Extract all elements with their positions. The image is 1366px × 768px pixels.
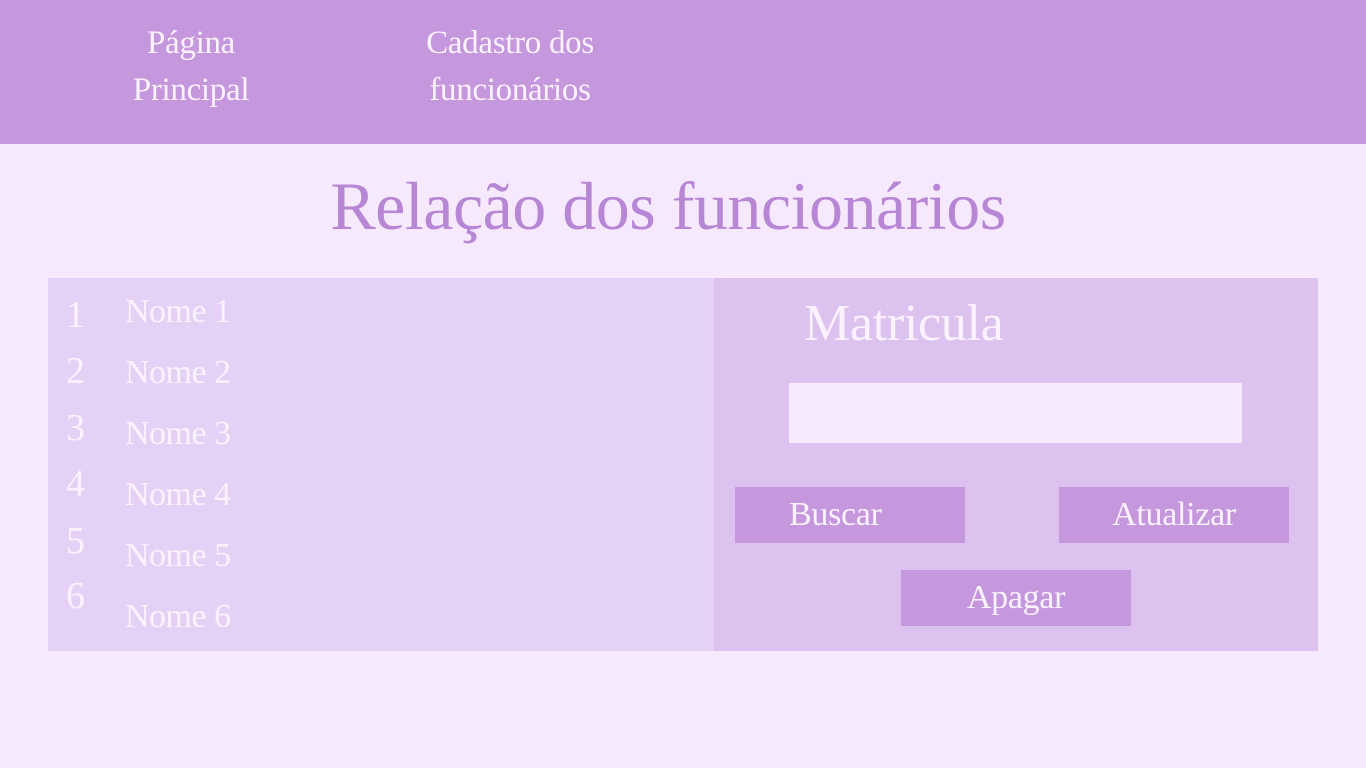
employee-number-5: 5 (66, 520, 85, 562)
update-button[interactable]: Atualizar (1059, 487, 1289, 543)
employee-name-3[interactable]: Nome 3 (125, 414, 231, 454)
employee-name-6[interactable]: Nome 6 (125, 597, 231, 637)
nav-link-pagina-principal-line-1: Página (146, 25, 235, 61)
employee-number-1: 1 (66, 294, 85, 336)
employee-list-panel: 1 Nome 1 2 Nome 2 3 Nome 3 4 Nome 4 5 No… (48, 278, 714, 651)
search-button[interactable]: Buscar (735, 487, 965, 543)
nav-link-cadastro-line-1: Cadastro dos (426, 25, 594, 61)
employee-number-4: 4 (66, 463, 85, 505)
employee-number-6: 6 (66, 575, 85, 617)
delete-button[interactable]: Apagar (901, 570, 1131, 626)
nav-link-pagina-principal-line-2: Principal (132, 72, 250, 108)
nav-link-cadastro-line-2: funcionários (429, 72, 591, 108)
employee-name-4[interactable]: Nome 4 (125, 475, 231, 515)
employee-name-1[interactable]: Nome 1 (125, 292, 231, 332)
employee-number-3: 3 (66, 407, 85, 449)
top-navigation-bar: Página Principal Cadastro dos funcionári… (0, 0, 1366, 144)
nav-link-cadastro-funcionarios[interactable]: Cadastro dos funcionários (390, 20, 630, 114)
matricula-input[interactable] (789, 383, 1242, 443)
page-title: Relação dos funcionários (330, 168, 1006, 244)
employee-form-panel: Matricula Buscar Atualizar Apagar (714, 278, 1318, 651)
matricula-label: Matricula (804, 295, 1004, 352)
employee-number-2: 2 (66, 350, 85, 392)
nav-link-pagina-principal[interactable]: Página Principal (96, 20, 286, 114)
employee-name-5[interactable]: Nome 5 (125, 536, 231, 576)
employee-name-2[interactable]: Nome 2 (125, 353, 231, 393)
